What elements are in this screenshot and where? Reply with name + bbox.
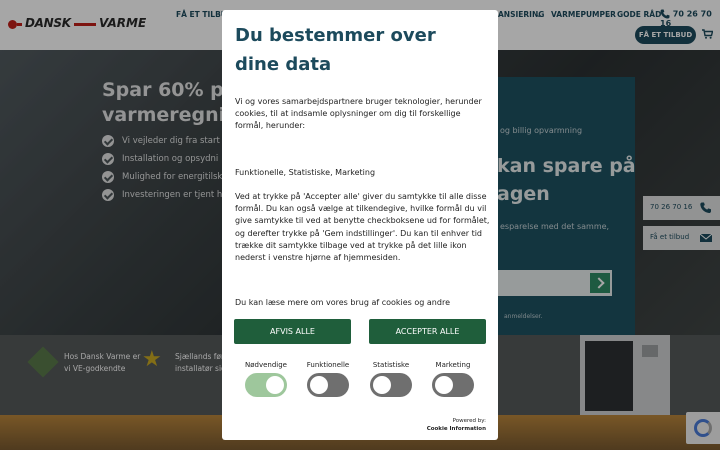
toggle-label-functional: Funktionelle [306,361,350,369]
toggle-knob [266,376,284,394]
toggle-marketing[interactable] [432,373,474,397]
powered-by-label: Powered by: [452,418,486,424]
cookie-read-more-text: Du kan læse mere om vores brug af cookie… [235,298,450,307]
accept-all-button[interactable]: ACCEPTER ALLE [369,319,486,344]
cookie-purposes-text: Funktionelle, Statistiske, Marketing [235,168,376,177]
toggle-label-marketing: Marketing [435,361,471,369]
toggle-statistics[interactable] [370,373,412,397]
toggle-necessary[interactable] [245,373,287,397]
cookie-consent-text: Ved at trykke på 'Accepter alle' giver d… [235,192,490,263]
cookie-dialog-title: Du bestemmer over dine data [235,25,436,75]
toggle-label-statistics: Statistiske [372,361,410,369]
toggle-knob [373,376,391,394]
powered-by[interactable]: Powered by: Cookie Information [412,417,486,433]
cookie-intro-text: Vi og vores samarbejdspartnere bruger te… [235,97,482,131]
reject-all-button[interactable]: AFVIS ALLE [234,319,351,344]
toggle-knob [435,376,453,394]
cookie-consent-dialog: Du bestemmer over dine data Vi og vores … [222,10,498,440]
powered-by-name: Cookie Information [426,426,486,432]
toggle-knob [310,376,328,394]
toggle-label-necessary: Nødvendige [245,361,287,369]
toggle-functional[interactable] [307,373,349,397]
